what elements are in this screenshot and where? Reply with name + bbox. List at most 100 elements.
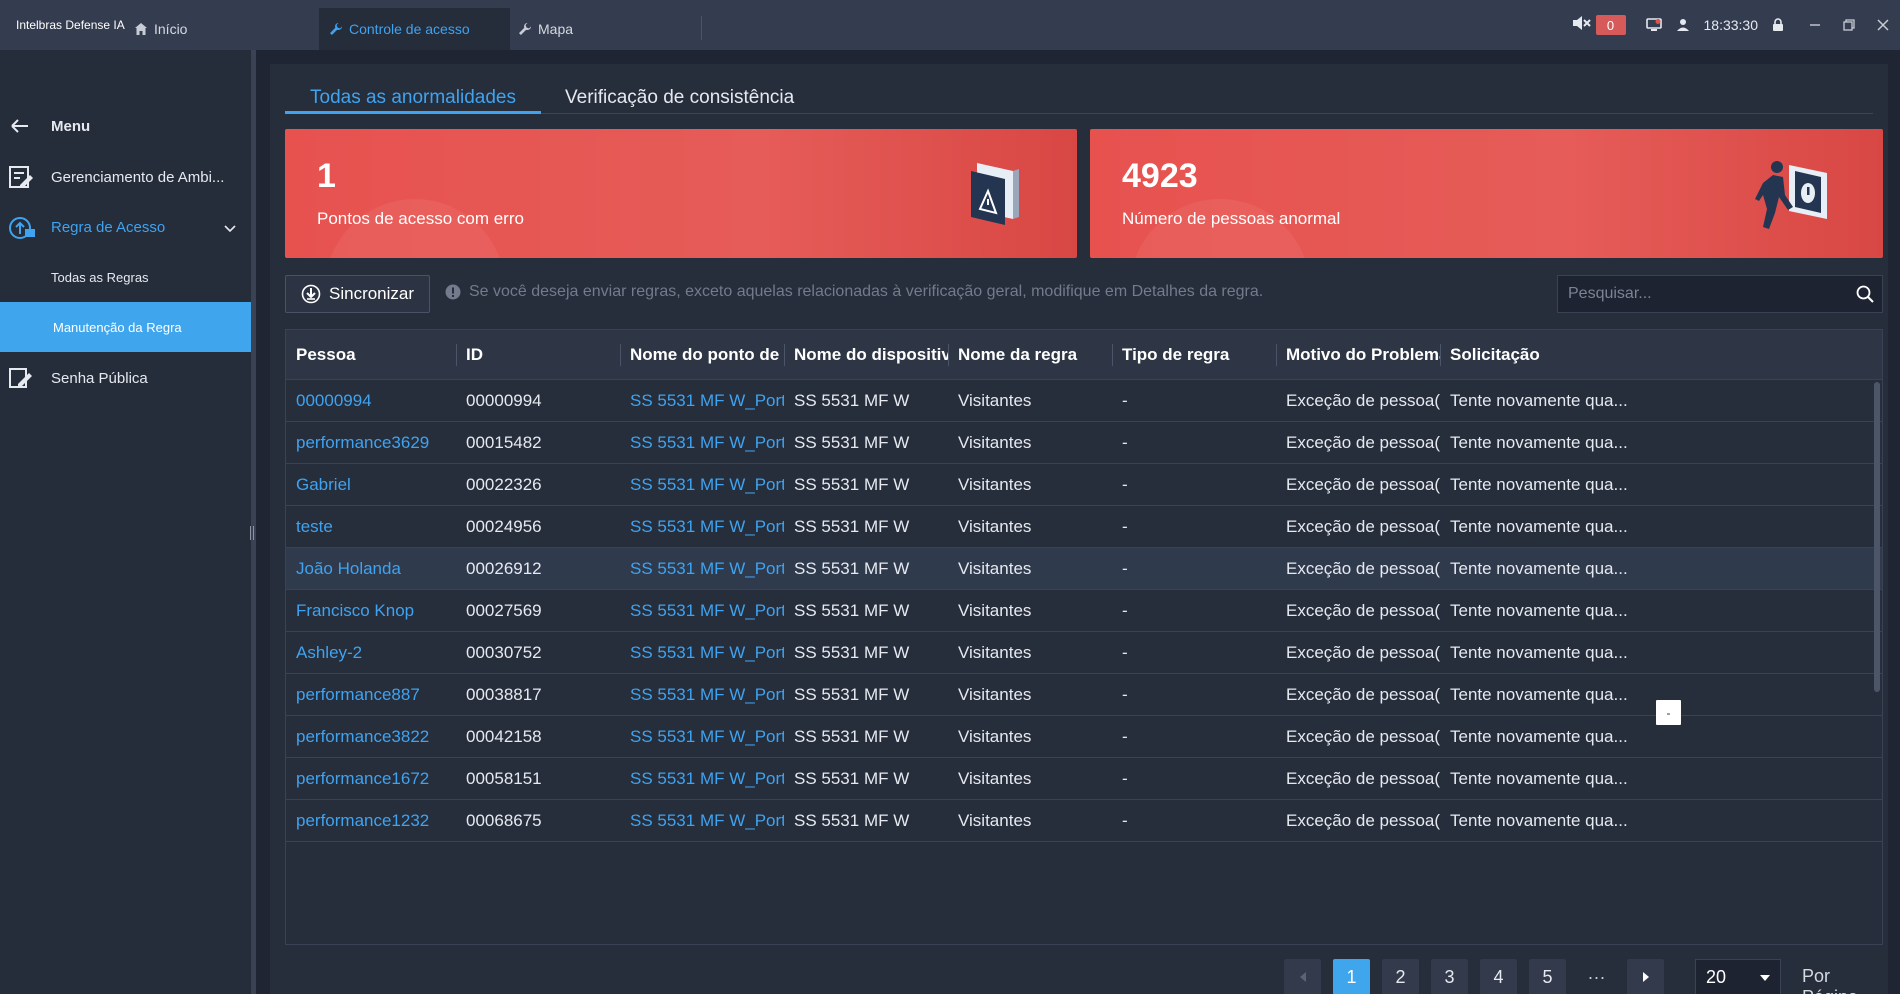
cell-ponto-de-acesso[interactable]: SS 5531 MF W_Porta1 (620, 548, 784, 590)
cell-ponto-de-acesso[interactable]: SS 5531 MF W_Porta1 (620, 758, 784, 800)
column-header-nome-da-regra[interactable]: Nome da regra (948, 330, 1112, 380)
column-header-motivo[interactable]: Motivo do Problema (1276, 330, 1440, 380)
table-row[interactable]: performance3629 00015482 SS 5531 MF W_Port… (286, 422, 1882, 464)
sidebar-item-senha-publica[interactable]: Senha Pública (0, 353, 251, 403)
cell-nome-da-regra: Visitantes (958, 475, 1032, 494)
cell-pessoa[interactable]: performance3629 (286, 422, 456, 464)
per-page-label: Por Página (1802, 966, 1858, 994)
table-row[interactable]: performance1232 00068675 SS 5531 MF W_Port… (286, 800, 1882, 842)
tab-verificacao-de-consistencia[interactable]: Verificação de consistência (565, 78, 794, 118)
cell-pessoa[interactable]: Gabriel (286, 464, 456, 506)
cell-pessoa[interactable]: performance3822 (286, 716, 456, 758)
column-header-solicitacao[interactable]: Solicitação (1440, 330, 1870, 380)
column-header-dispositivo[interactable]: Nome do dispositivo (784, 330, 948, 380)
sidebar-item-gerenciamento[interactable]: Gerenciamento de Ambi... (0, 152, 251, 202)
table-row[interactable]: teste 00024956 SS 5531 MF W_Porta1 SS 5531 … (286, 506, 1882, 548)
cell-motivo: Exceção de pessoa(Di... (1286, 643, 1440, 662)
lock-icon[interactable] (1772, 18, 1784, 32)
page-1-button[interactable]: 1 (1333, 959, 1370, 994)
cell-dispositivo: SS 5531 MF W (794, 517, 910, 536)
maximize-button[interactable] (1832, 0, 1866, 50)
more-pages-button[interactable]: ··· (1578, 959, 1615, 994)
sidebar-item-manutencao-da-regra[interactable]: Manutenção da Regra (0, 302, 251, 352)
close-button[interactable] (1866, 0, 1900, 50)
cell-pessoa[interactable]: performance1232 (286, 800, 456, 842)
table-header: Pessoa ID Nome do ponto de a... Nome do … (286, 330, 1882, 380)
user-icon[interactable] (1676, 18, 1690, 32)
cell-dispositivo: SS 5531 MF W (794, 475, 910, 494)
next-page-button[interactable] (1627, 959, 1664, 994)
tab-inicio[interactable]: Início (134, 8, 187, 50)
cell-pessoa[interactable]: performance1672 (286, 758, 456, 800)
scrollbar-thumb[interactable] (1874, 382, 1880, 692)
cell-motivo: Exceção de pessoa(Di... (1286, 601, 1440, 620)
mute-alarm[interactable]: 0 (1572, 15, 1626, 36)
sidebar-item-todas-as-regras[interactable]: Todas as Regras (0, 252, 251, 302)
cell-ponto-de-acesso[interactable]: SS 5531 MF W_Porta1 (620, 464, 784, 506)
cell-ponto-de-acesso[interactable]: SS 5531 MF W_Porta1 (620, 380, 784, 422)
cell-nome-da-regra: Visitantes (958, 769, 1032, 788)
sync-button[interactable]: Sincronizar (285, 275, 430, 313)
tab-controle-de-acesso[interactable]: Controle de acesso (319, 8, 510, 50)
cell-id: 00030752 (466, 643, 542, 662)
sidebar-item-regra-de-acesso[interactable]: Regra de Acesso (0, 202, 251, 252)
column-header-tipo-de-regra[interactable]: Tipo de regra (1112, 330, 1276, 380)
sync-hint: Se você deseja enviar regras, exceto aqu… (445, 283, 1263, 301)
table-row[interactable]: Francisco Knop 00027569 SS 5531 MF W_Porta… (286, 590, 1882, 632)
cell-pessoa[interactable]: 00000994 (286, 380, 456, 422)
column-header-pessoa[interactable]: Pessoa (286, 330, 456, 380)
speaker-mute-icon (1572, 15, 1592, 36)
page-4-button[interactable]: 4 (1480, 959, 1517, 994)
sidebar-resize-handle[interactable] (250, 526, 254, 540)
cell-ponto-de-acesso[interactable]: SS 5531 MF W_Porta1 (620, 716, 784, 758)
per-page-select[interactable]: 20 (1695, 959, 1781, 994)
sync-button-label: Sincronizar (329, 284, 415, 303)
search-input[interactable] (1568, 285, 1838, 303)
tab-label: Controle de acesso (349, 21, 470, 37)
cell-tipo-de-regra: - (1122, 769, 1128, 788)
table-row[interactable]: Gabriel 00022326 SS 5531 MF W_Porta1 SS 553… (286, 464, 1882, 506)
cell-id: 00027569 (466, 601, 542, 620)
table-row[interactable]: 00000994 00000994 SS 5531 MF W_Porta1 SS 55… (286, 380, 1882, 422)
monitor-alert-icon[interactable] (1645, 18, 1662, 32)
home-icon (134, 22, 148, 36)
page-5-button[interactable]: 5 (1529, 959, 1566, 994)
page-2-button[interactable]: 2 (1382, 959, 1419, 994)
table-row[interactable]: Ashley-2 00030752 SS 5531 MF W_Porta1 SS 55… (286, 632, 1882, 674)
cell-tipo-de-regra: - (1122, 517, 1128, 536)
minimize-button[interactable] (1798, 0, 1832, 50)
cell-dispositivo: SS 5531 MF W (794, 769, 910, 788)
cell-pessoa[interactable]: Francisco Knop (286, 590, 456, 632)
cell-ponto-de-acesso[interactable]: SS 5531 MF W_Porta1 (620, 590, 784, 632)
sidebar-item-label: Manutenção da Regra (53, 319, 182, 335)
cell-ponto-de-acesso[interactable]: SS 5531 MF W_Porta1 (620, 506, 784, 548)
cell-ponto-de-acesso[interactable]: SS 5531 MF W_Porta1 (620, 800, 784, 842)
search-icon[interactable] (1856, 285, 1874, 303)
table-row[interactable]: performance887 00038817 SS 5531 MF W_Porta… (286, 674, 1882, 716)
cell-pessoa[interactable]: Ashley-2 (286, 632, 456, 674)
cell-pessoa[interactable]: João Holanda (286, 548, 456, 590)
sidebar-menu-toggle[interactable]: Menu (0, 101, 251, 151)
cell-motivo: Exceção de pessoa(Di... (1286, 559, 1440, 578)
table-row[interactable]: performance1672 00058151 SS 5531 MF W_Port… (286, 758, 1882, 800)
card-error-access-points[interactable]: 1 Pontos de acesso com erro (285, 129, 1077, 258)
column-header-id[interactable]: ID (456, 330, 620, 380)
cell-dispositivo: SS 5531 MF W (794, 433, 910, 452)
prev-page-button[interactable] (1284, 959, 1321, 994)
table-row[interactable]: João Holanda 00026912 SS 5531 MF W_Porta1 S… (286, 548, 1882, 590)
cell-ponto-de-acesso[interactable]: SS 5531 MF W_Porta1 (620, 674, 784, 716)
page-3-button[interactable]: 3 (1431, 959, 1468, 994)
card-abnormal-persons[interactable]: 4923 Número de pessoas anormal (1090, 129, 1883, 258)
table-row[interactable]: performance3822 00042158 SS 5531 MF W_Port… (286, 716, 1882, 758)
column-header-ponto-de-acesso[interactable]: Nome do ponto de a... (620, 330, 784, 380)
cell-ponto-de-acesso[interactable]: SS 5531 MF W_Porta1 (620, 422, 784, 464)
cell-ponto-de-acesso[interactable]: SS 5531 MF W_Porta1 (620, 632, 784, 674)
cell-motivo: Exceção de pessoa(Di... (1286, 433, 1440, 452)
cell-pessoa[interactable]: performance887 (286, 674, 456, 716)
cell-id: 00026912 (466, 559, 542, 578)
tab-mapa[interactable]: Mapa (518, 8, 573, 50)
table-scrollbar[interactable] (1872, 380, 1882, 944)
cell-nome-da-regra: Visitantes (958, 391, 1032, 410)
cell-pessoa[interactable]: teste (286, 506, 456, 548)
cell-dispositivo: SS 5531 MF W (794, 643, 910, 662)
